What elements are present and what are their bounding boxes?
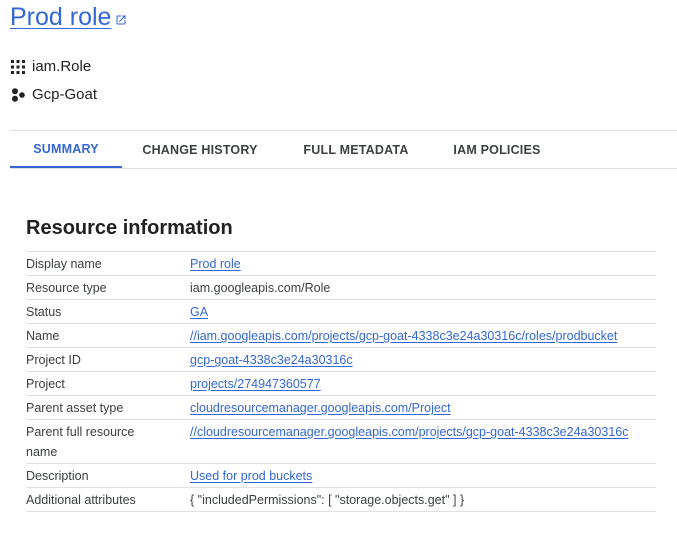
table-row: Project ID gcp-goat-4338c3e24a30316c — [26, 348, 656, 372]
table-row: Parent asset type cloudresourcemanager.g… — [26, 396, 656, 420]
tab-change-history[interactable]: CHANGE HISTORY — [122, 131, 278, 168]
open-in-new-icon[interactable] — [115, 14, 127, 26]
row-key: Parent asset type — [26, 401, 124, 415]
description-link[interactable]: Used for prod buckets — [190, 469, 312, 483]
status-link[interactable]: GA — [190, 305, 208, 319]
resource-type-value: iam.googleapis.com/Role — [190, 281, 331, 295]
grid-icon — [10, 59, 26, 75]
row-key: Parent full resource name — [26, 422, 190, 462]
row-key: Project — [26, 377, 65, 391]
table-row: Display name Prod role — [26, 252, 656, 276]
tab-bar: SUMMARY CHANGE HISTORY FULL METADATA IAM… — [10, 130, 677, 169]
row-key-line: name — [26, 445, 58, 459]
project-label: Gcp-Goat — [32, 86, 98, 103]
resource-information-heading: Resource information — [26, 217, 233, 239]
display-name-link[interactable]: Prod role — [190, 257, 241, 271]
tab-summary[interactable]: SUMMARY — [10, 131, 122, 168]
project-link[interactable]: projects/274947360577 — [190, 377, 321, 391]
row-key: Display name — [26, 257, 102, 271]
table-row: Status GA — [26, 300, 656, 324]
additional-attributes-value: { "includedPermissions": [ "storage.obje… — [190, 493, 465, 507]
table-row: Name //iam.googleapis.com/projects/gcp-g… — [26, 324, 656, 348]
page-title-link[interactable]: Prod role — [10, 3, 111, 32]
table-row: Parent full resource name //cloudresourc… — [26, 420, 656, 464]
resource-info-table: Display name Prod role Resource type iam… — [26, 251, 656, 512]
row-key: Status — [26, 305, 62, 319]
row-key: Resource type — [26, 281, 107, 295]
table-row: Additional attributes { "includedPermiss… — [26, 488, 656, 512]
row-key: Project ID — [26, 353, 81, 367]
table-row: Description Used for prod buckets — [26, 464, 656, 488]
project-id-link[interactable]: gcp-goat-4338c3e24a30316c — [190, 353, 353, 367]
row-key: Name — [26, 329, 60, 343]
resource-name-link[interactable]: //iam.googleapis.com/projects/gcp-goat-4… — [190, 329, 617, 343]
project-hierarchy-icon — [10, 87, 26, 103]
asset-type-row: iam.Role — [10, 58, 91, 75]
project-row: Gcp-Goat — [10, 86, 97, 103]
page-title-row: Prod role — [10, 3, 127, 32]
row-key: Additional attributes — [26, 493, 136, 507]
table-row: Resource type iam.googleapis.com/Role — [26, 276, 656, 300]
parent-full-resource-name-link[interactable]: //cloudresourcemanager.googleapis.com/pr… — [190, 425, 628, 439]
parent-asset-type-link[interactable]: cloudresourcemanager.googleapis.com/Proj… — [190, 401, 451, 415]
row-key-line: Parent full resource — [26, 425, 135, 439]
tab-full-metadata[interactable]: FULL METADATA — [278, 131, 434, 168]
tab-iam-policies[interactable]: IAM POLICIES — [434, 131, 560, 168]
row-key: Description — [26, 469, 89, 483]
table-row: Project projects/274947360577 — [26, 372, 656, 396]
asset-type-label: iam.Role — [32, 58, 92, 75]
